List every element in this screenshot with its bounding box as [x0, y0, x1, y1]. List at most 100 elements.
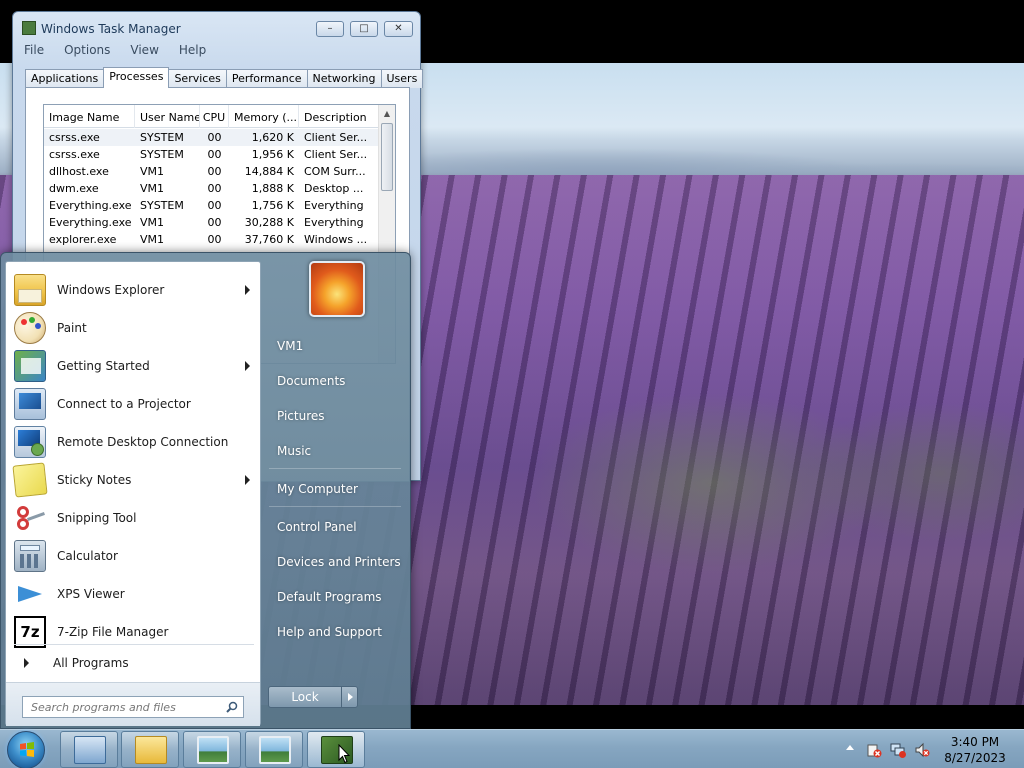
cell-cpu: 00 — [207, 233, 222, 246]
table-row[interactable]: Everything.exe VM1 00 30,288 K Everythin… — [44, 214, 380, 231]
start-menu: Windows Explorer Paint Getting Started C… — [0, 252, 411, 729]
show-hidden-icons-icon[interactable] — [846, 745, 854, 750]
cell-description: Desktop ... — [304, 182, 364, 195]
cell-cpu: 00 — [207, 148, 222, 161]
start-item-label: Snipping Tool — [57, 511, 137, 525]
getting-started-icon — [14, 350, 46, 382]
start-item-windows-explorer[interactable]: Windows Explorer — [10, 272, 258, 308]
start-item-xps-viewer[interactable]: XPS Viewer — [10, 576, 258, 612]
submenu-arrow-icon — [245, 285, 250, 295]
start-link-music[interactable]: Music — [267, 436, 405, 466]
start-link-default-programs[interactable]: Default Programs — [267, 582, 405, 612]
all-programs-button[interactable]: All Programs — [10, 650, 258, 676]
start-item-connect-projector[interactable]: Connect to a Projector — [10, 386, 258, 422]
search-input[interactable] — [22, 696, 244, 718]
column-image-name[interactable]: Image Name — [44, 105, 135, 128]
tab-performance[interactable]: Performance — [225, 69, 308, 88]
cell-cpu: 00 — [207, 182, 222, 195]
start-link-user[interactable]: VM1 — [267, 331, 405, 361]
folder-icon — [135, 736, 167, 764]
table-header: Image Name User Name CPU Memory (... Des… — [44, 105, 380, 128]
taskbar-task-manager-active[interactable] — [307, 731, 365, 768]
picture-icon — [197, 736, 229, 764]
separator — [269, 506, 401, 507]
taskbar-windows-explorer[interactable] — [121, 731, 179, 768]
volume-muted-icon[interactable] — [914, 742, 930, 758]
start-item-label: Windows Explorer — [57, 283, 165, 297]
action-center-alert-icon[interactable] — [866, 742, 882, 758]
tab-processes[interactable]: Processes — [103, 67, 170, 88]
taskbar-photo-viewer[interactable] — [183, 731, 241, 768]
separator — [269, 468, 401, 469]
start-item-label: Remote Desktop Connection — [57, 435, 229, 449]
taskbar-photo-viewer-2[interactable] — [245, 731, 303, 768]
start-link-computer[interactable]: My Computer — [267, 474, 405, 504]
projector-icon — [14, 388, 46, 420]
start-item-label: Getting Started — [57, 359, 150, 373]
tab-applications[interactable]: Applications — [25, 69, 105, 88]
clock-date[interactable]: 8/27/2023 — [940, 751, 1010, 765]
cell-image: Everything.exe — [49, 216, 132, 229]
start-link-devices-printers[interactable]: Devices and Printers — [267, 547, 405, 577]
start-link-documents[interactable]: Documents — [267, 366, 405, 396]
user-avatar[interactable] — [309, 261, 365, 317]
taskbar-task-manager[interactable] — [60, 731, 118, 768]
column-description[interactable]: Description — [299, 105, 380, 128]
maximize-button[interactable]: □ — [350, 21, 378, 37]
minimize-button[interactable]: – — [316, 21, 344, 37]
column-cpu[interactable]: CPU — [200, 105, 229, 128]
close-button[interactable]: ✕ — [384, 21, 413, 37]
cell-user: VM1 — [140, 233, 165, 246]
scroll-up-arrow-icon[interactable]: ▲ — [379, 105, 395, 122]
start-item-getting-started[interactable]: Getting Started — [10, 348, 258, 384]
start-item-calculator[interactable]: Calculator — [10, 538, 258, 574]
menu-file[interactable]: File — [14, 40, 54, 60]
start-item-snipping-tool[interactable]: Snipping Tool — [10, 500, 258, 536]
cell-memory: 1,888 K — [251, 182, 294, 195]
table-row[interactable]: Everything.exe SYSTEM 00 1,756 K Everyth… — [44, 197, 380, 214]
menu-view[interactable]: View — [120, 40, 168, 60]
shutdown-options-button[interactable] — [341, 686, 358, 708]
start-item-remote-desktop[interactable]: Remote Desktop Connection — [10, 424, 258, 460]
menu-help[interactable]: Help — [169, 40, 216, 60]
menu-bar: File Options View Help — [14, 40, 419, 60]
start-item-sticky-notes[interactable]: Sticky Notes — [10, 462, 258, 498]
task-manager-icon — [74, 736, 106, 764]
table-row[interactable]: csrss.exe SYSTEM 00 1,620 K Client Ser..… — [44, 129, 380, 146]
taskbar: 3:40 PM 8/27/2023 — [0, 729, 1024, 768]
table-row[interactable]: csrss.exe SYSTEM 00 1,956 K Client Ser..… — [44, 146, 380, 163]
tab-networking[interactable]: Networking — [306, 69, 382, 88]
start-item-label: XPS Viewer — [57, 587, 125, 601]
paint-palette-icon — [14, 312, 46, 344]
menu-options[interactable]: Options — [54, 40, 120, 60]
cell-memory: 30,288 K — [244, 216, 294, 229]
search-icon[interactable] — [226, 701, 238, 713]
start-link-pictures[interactable]: Pictures — [267, 401, 405, 431]
column-user-name[interactable]: User Name — [135, 105, 200, 128]
submenu-arrow-icon — [245, 475, 250, 485]
scrollbar-thumb[interactable] — [381, 123, 393, 191]
cell-user: VM1 — [140, 182, 165, 195]
network-disconnected-icon[interactable] — [890, 742, 906, 758]
remote-desktop-icon — [14, 426, 46, 458]
cell-user: SYSTEM — [140, 148, 184, 161]
cell-description: Client Ser... — [304, 148, 368, 161]
column-memory[interactable]: Memory (... — [229, 105, 299, 128]
submenu-arrow-icon — [245, 361, 250, 371]
tab-users[interactable]: Users — [380, 69, 424, 88]
cell-user: SYSTEM — [140, 199, 184, 212]
start-item-paint[interactable]: Paint — [10, 310, 258, 346]
lock-button[interactable]: Lock — [268, 686, 342, 708]
windows-logo-icon — [20, 742, 34, 757]
table-row[interactable]: dllhost.exe VM1 00 14,884 K COM Surr... — [44, 163, 380, 180]
start-link-control-panel[interactable]: Control Panel — [267, 512, 405, 542]
clock-time[interactable]: 3:40 PM — [940, 735, 1010, 749]
start-link-help-support[interactable]: Help and Support — [267, 617, 405, 647]
table-row[interactable]: explorer.exe VM1 00 37,760 K Windows ... — [44, 231, 380, 248]
cell-image: Everything.exe — [49, 199, 132, 212]
start-button[interactable] — [7, 731, 45, 768]
table-row[interactable]: dwm.exe VM1 00 1,888 K Desktop ... — [44, 180, 380, 197]
separator — [14, 644, 254, 645]
tab-services[interactable]: Services — [168, 69, 227, 88]
picture-icon — [259, 736, 291, 764]
